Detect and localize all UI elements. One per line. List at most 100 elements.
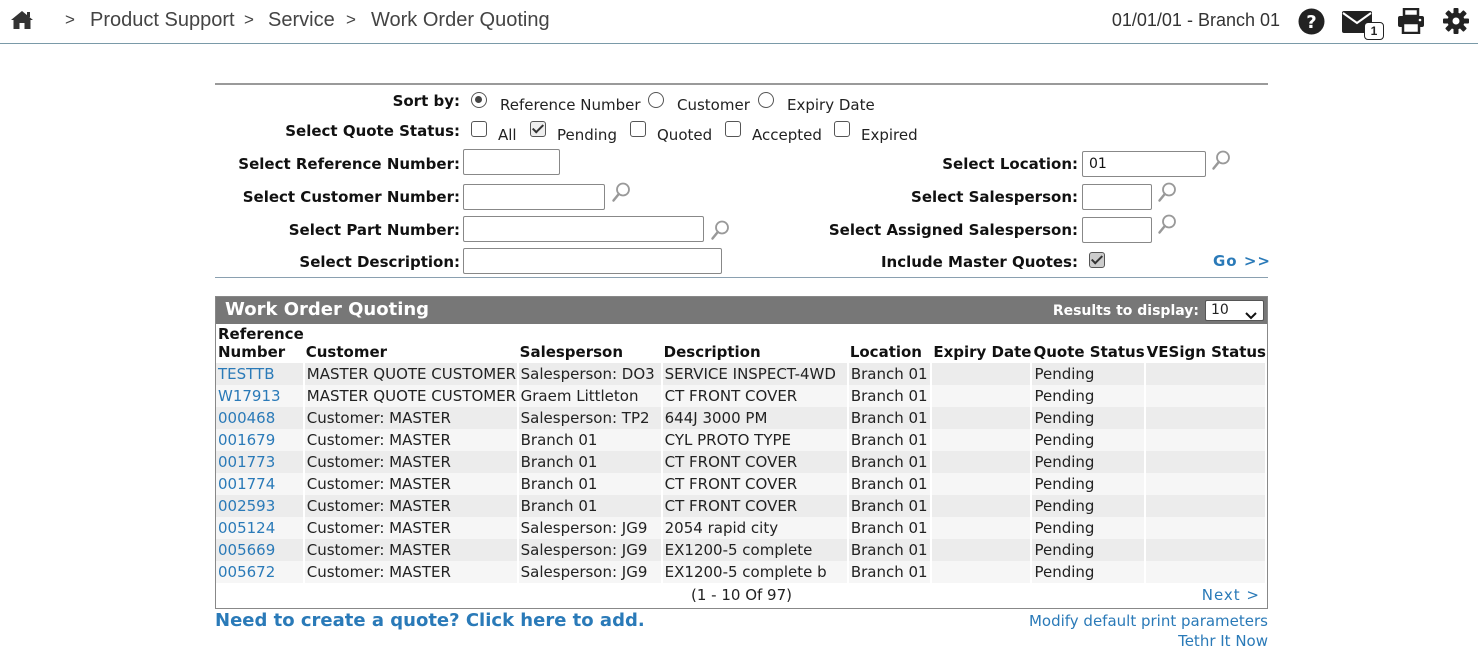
breadcrumb-service[interactable]: Service [268, 9, 335, 32]
reference-number-link[interactable]: 001774 [216, 473, 305, 495]
table-cell: Branch 01 [847, 561, 933, 583]
location-input[interactable] [1082, 151, 1206, 177]
table-row[interactable]: TESTTB MASTER QUOTE CUSTOMER Salesperson: … [216, 363, 1268, 385]
help-icon[interactable]: ? [1298, 8, 1325, 39]
top-bar: > Product Support > Service > Work Order… [0, 0, 1478, 44]
tethr-it-now-link[interactable]: Tethr It Now [1178, 632, 1268, 650]
table-cell: Branch 01 [847, 517, 933, 539]
column-header[interactable]: Salesperson [518, 325, 662, 363]
svg-text:?: ? [1306, 12, 1316, 33]
part-lookup-icon[interactable] [710, 219, 732, 241]
gear-icon[interactable] [1443, 8, 1469, 38]
reference-number-link[interactable]: TESTTB [216, 363, 305, 385]
column-header[interactable]: Customer [304, 325, 518, 363]
print-parameters-link[interactable]: Modify default print parameters [1029, 612, 1268, 630]
table-cell [931, 561, 1033, 583]
add-quote-link[interactable]: Need to create a quote? Click here to ad… [215, 610, 645, 631]
table-row[interactable]: 001679 Customer: MASTER Branch 01 CYL PROTO… [216, 429, 1268, 451]
table-cell: Branch 01 [847, 473, 933, 495]
table-row[interactable]: W17913 MASTER QUOTE CUSTOMER Graem Littlet… [216, 385, 1268, 407]
table-row[interactable]: 001774 Customer: MASTER Branch 01 CT FRONT … [216, 473, 1268, 495]
table-cell: Branch 01 [847, 407, 933, 429]
reference-number-link[interactable]: 005672 [216, 561, 305, 583]
include-master-checkbox[interactable] [1089, 252, 1105, 268]
date-branch-label[interactable]: 01/01/01 - Branch 01 [1112, 10, 1280, 31]
sort-customer-radio[interactable] [648, 92, 664, 108]
table-cell: 644J 3000 PM [661, 407, 849, 429]
results-to-display-select[interactable]: 10 [1205, 300, 1264, 321]
table-row[interactable]: 000468 Customer: MASTER Salesperson: TP2 64… [216, 407, 1268, 429]
table-cell [1144, 517, 1268, 539]
table-cell [931, 539, 1033, 561]
table-row[interactable]: 001773 Customer: MASTER Branch 01 CT FRONT … [216, 451, 1268, 473]
table-row[interactable]: 005669 Customer: MASTER Salesperson: JG9 EX… [216, 539, 1268, 561]
table-cell: Branch 01 [847, 429, 933, 451]
column-header[interactable]: Description [662, 325, 848, 363]
reference-number-link[interactable]: 001773 [216, 451, 305, 473]
reference-number-link[interactable]: W17913 [216, 385, 305, 407]
status-pending-checkbox[interactable] [530, 121, 546, 137]
reference-number-input[interactable] [463, 149, 560, 175]
column-header[interactable]: VESign Status [1145, 325, 1266, 363]
table-cell: Customer: MASTER [303, 473, 519, 495]
table-cell: Salesperson: JG9 [517, 561, 663, 583]
print-icon[interactable] [1397, 7, 1425, 38]
table-header-row: Reference Number Customer Salesperson De… [216, 325, 1266, 363]
location-lookup-icon[interactable] [1211, 149, 1233, 171]
table-cell: Branch 01 [847, 451, 933, 473]
table-cell: Branch 01 [517, 429, 663, 451]
reference-number-link[interactable]: 001679 [216, 429, 305, 451]
column-header[interactable]: Expiry Date [931, 325, 1031, 363]
description-label: Select Description: [299, 253, 460, 271]
table-cell [931, 385, 1033, 407]
breadcrumb-product-support[interactable]: Product Support [90, 9, 235, 32]
table-cell: Branch 01 [517, 451, 663, 473]
reference-number-link[interactable]: 005124 [216, 517, 305, 539]
sort-by-label: Sort by: [392, 92, 460, 110]
table-cell: Branch 01 [517, 495, 663, 517]
description-input[interactable] [463, 248, 722, 274]
reference-number-link[interactable]: 005669 [216, 539, 305, 561]
next-page-link[interactable]: Next > [1202, 586, 1260, 604]
status-pending-label: Pending [557, 126, 617, 144]
reference-number-link[interactable]: 000468 [216, 407, 305, 429]
go-button[interactable]: Go >> [1213, 252, 1271, 270]
part-number-input[interactable] [463, 216, 704, 242]
breadcrumb-separator: > [346, 10, 356, 29]
part-number-label: Select Part Number: [288, 221, 460, 239]
results-panel: Work Order Quoting Results to display: 1… [215, 296, 1268, 609]
reference-number-link[interactable]: 002593 [216, 495, 305, 517]
status-all-label: All [498, 126, 517, 144]
salesperson-lookup-icon[interactable] [1157, 181, 1179, 203]
column-header[interactable]: Reference Number [216, 325, 304, 363]
status-accepted-checkbox[interactable] [725, 121, 741, 137]
reference-number-label: Select Reference Number: [238, 155, 460, 173]
status-quoted-checkbox[interactable] [630, 121, 646, 137]
table-cell [1144, 429, 1268, 451]
column-header[interactable]: Quote Status [1031, 325, 1144, 363]
sort-expiry-label: Expiry Date [787, 96, 875, 114]
customer-number-input[interactable] [463, 184, 605, 210]
table-cell: Pending [1031, 539, 1146, 561]
table-cell: Pending [1031, 363, 1146, 385]
customer-lookup-icon[interactable] [611, 181, 633, 203]
assigned-salesperson-lookup-icon[interactable] [1157, 213, 1179, 235]
table-row[interactable]: 002593 Customer: MASTER Branch 01 CT FRONT … [216, 495, 1268, 517]
sort-expiry-radio[interactable] [758, 92, 774, 108]
table-cell: 2054 rapid city [661, 517, 849, 539]
table-cell [1144, 495, 1268, 517]
table-row[interactable]: 005124 Customer: MASTER Salesperson: JG9 20… [216, 517, 1268, 539]
column-header[interactable]: Location [848, 325, 932, 363]
table-cell: EX1200-5 complete b [661, 561, 849, 583]
assigned-salesperson-label: Select Assigned Salesperson: [828, 221, 1078, 239]
mail-count-badge: 1 [1364, 22, 1384, 40]
table-cell: Graem Littleton [517, 385, 663, 407]
assigned-salesperson-input[interactable] [1082, 217, 1152, 243]
status-all-checkbox[interactable] [471, 121, 487, 137]
status-expired-checkbox[interactable] [834, 121, 850, 137]
home-icon[interactable] [10, 9, 34, 33]
table-cell: Salesperson: JG9 [517, 539, 663, 561]
salesperson-input[interactable] [1082, 184, 1152, 210]
sort-reference-radio[interactable] [471, 92, 487, 108]
table-row[interactable]: 005672 Customer: MASTER Salesperson: JG9 EX… [216, 561, 1268, 583]
